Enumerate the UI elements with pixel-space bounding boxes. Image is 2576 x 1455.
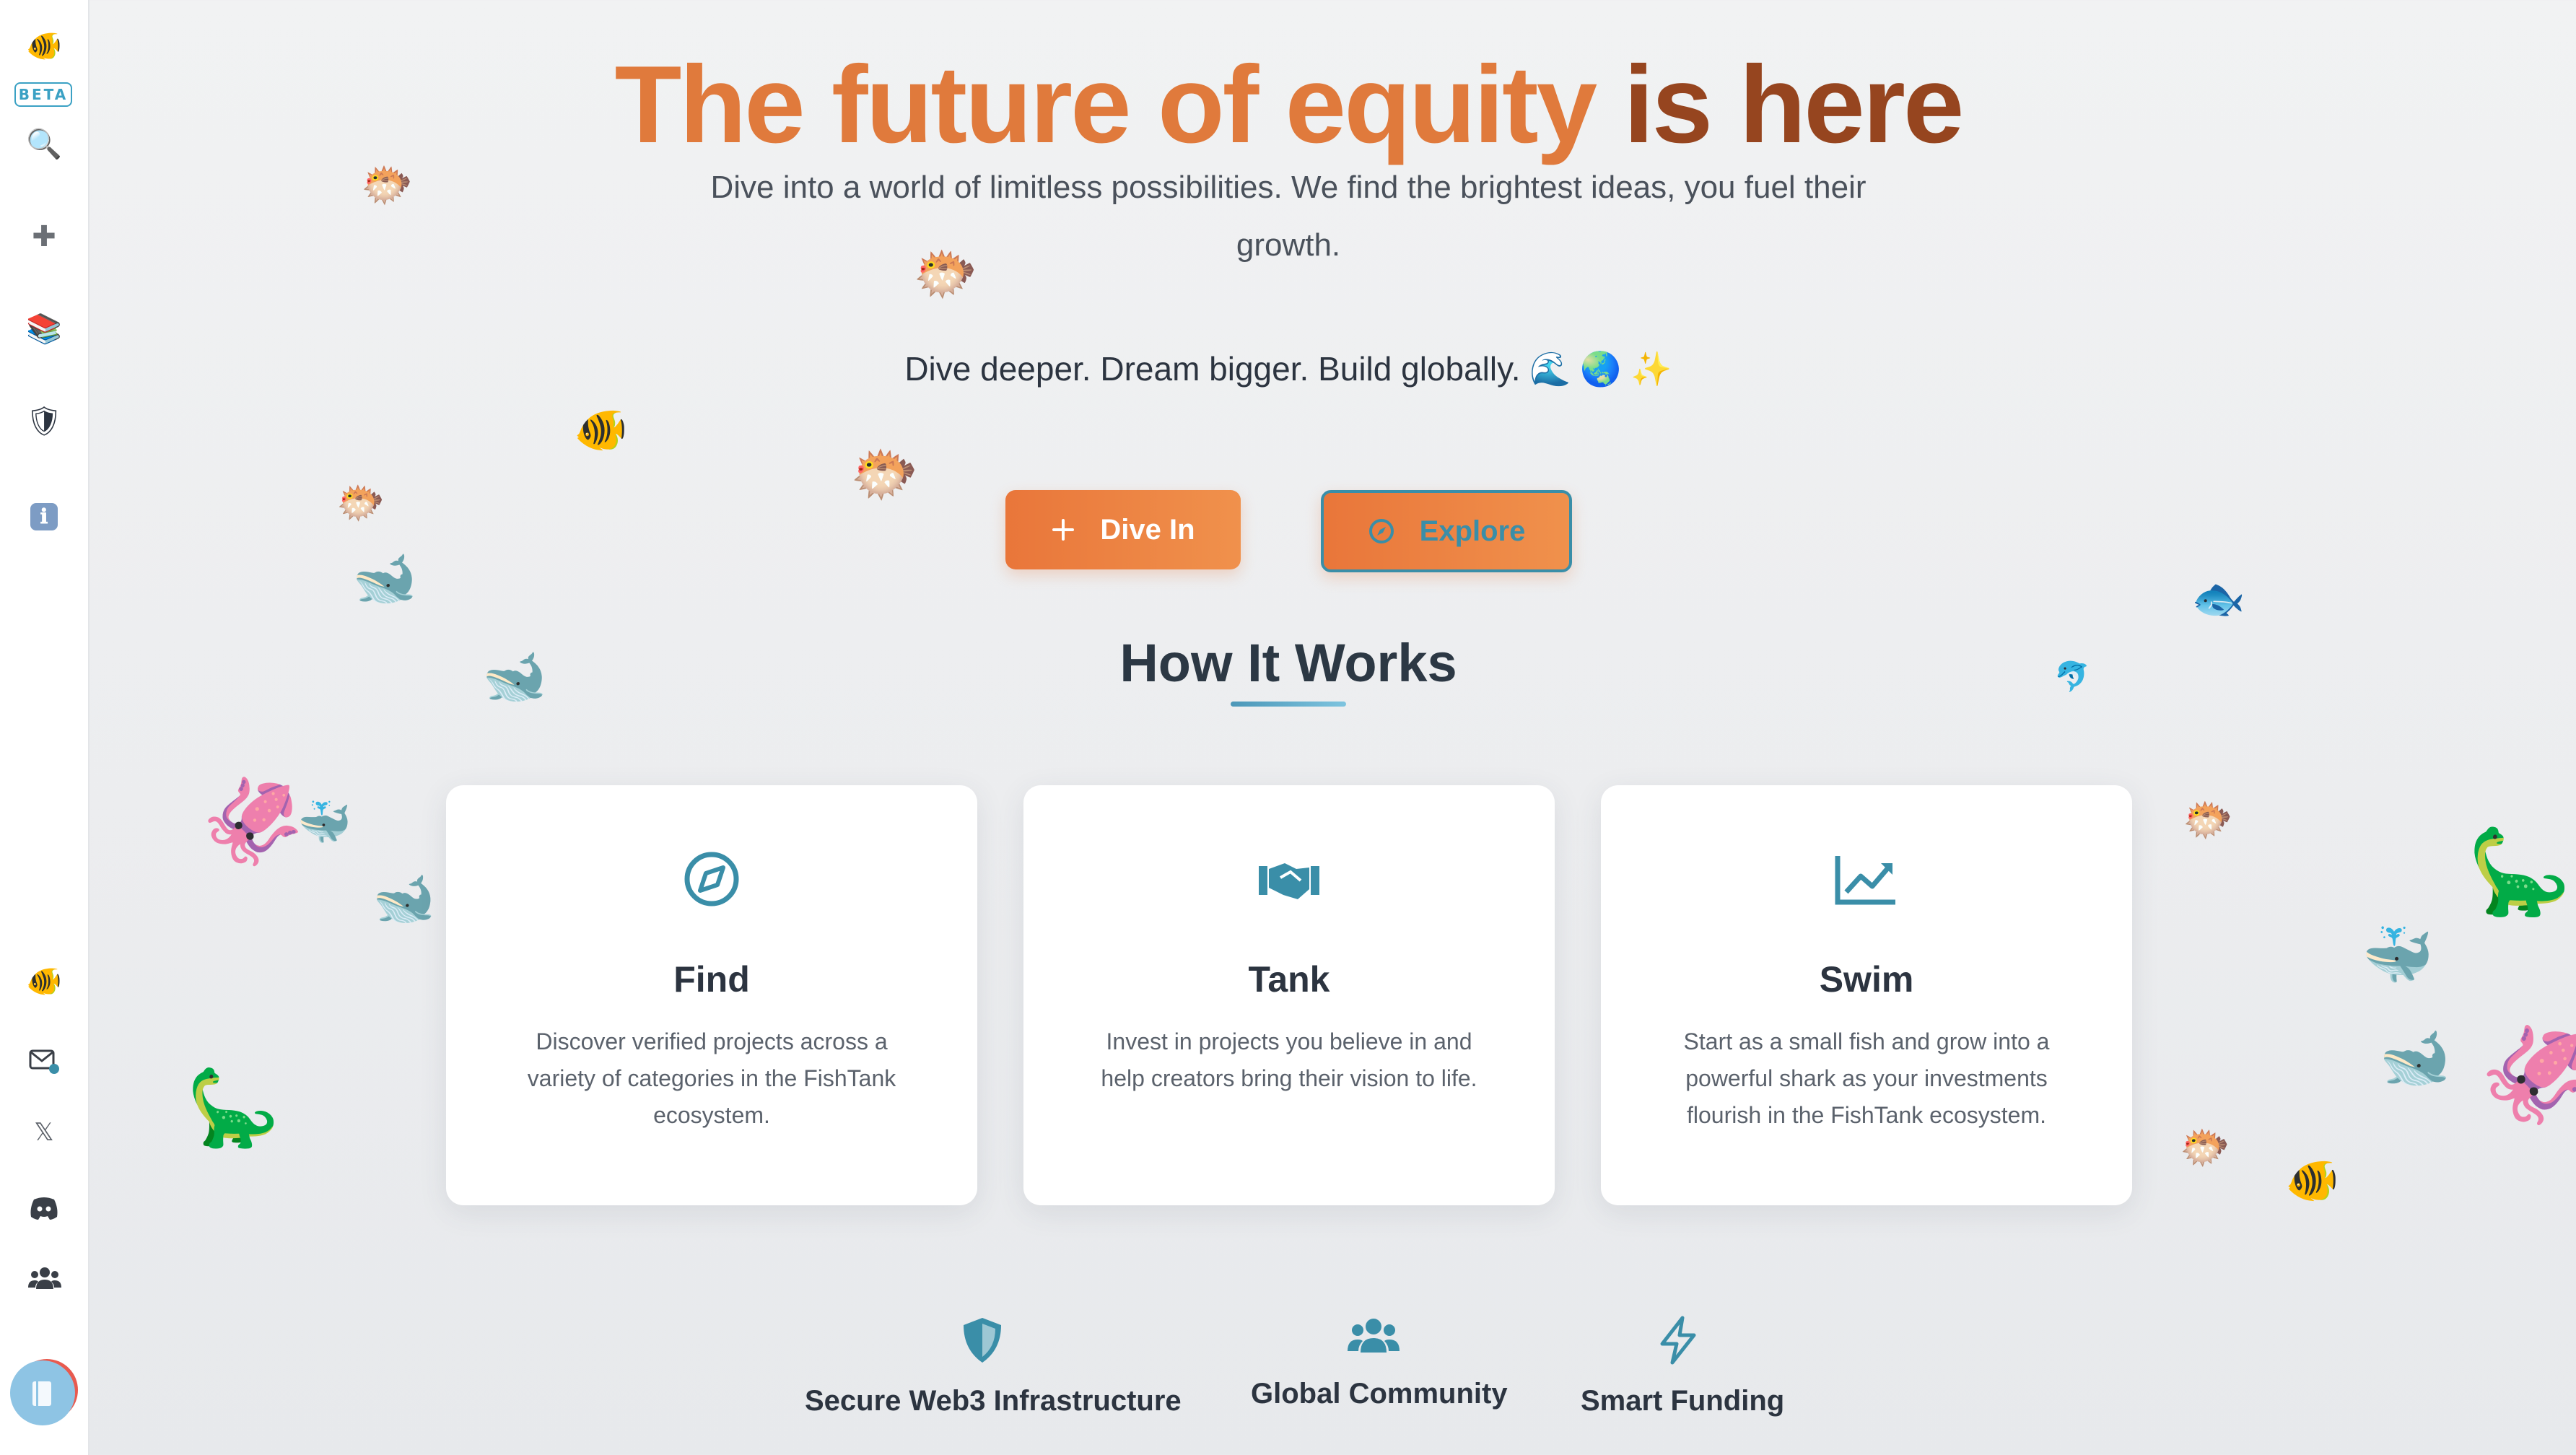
add-icon[interactable]: ✚: [0, 222, 88, 251]
squid-icon: 🦑: [2479, 1022, 2576, 1127]
feature-secure: Secure Web3 Infrastructure: [805, 1315, 1182, 1417]
compass-icon: [1368, 519, 1394, 543]
library-icon[interactable]: 📚: [0, 315, 88, 344]
feature-community: Global Community: [1251, 1315, 1508, 1410]
whale-icon: 🐋: [372, 870, 436, 927]
hero-tagline: Dive deeper. Dream bigger. Build globall…: [904, 350, 1672, 388]
card-title: Swim: [1819, 959, 1914, 1000]
sidebar: 🐠 BETA 🔍 ✚ 📚 🛡 ℹ 🐠 𝕏: [0, 0, 89, 1455]
squid-icon: 🦑: [201, 774, 305, 868]
shield-icon: [964, 1318, 1001, 1363]
title-underline: [1231, 702, 1346, 707]
chart-line-icon: [1835, 856, 1895, 905]
fish-icon[interactable]: 🐠: [0, 967, 88, 996]
spouting-whale-icon: 🐳: [2362, 923, 2434, 987]
feature-label: Smart Funding: [1581, 1385, 1785, 1417]
shield-icon[interactable]: 🛡: [0, 407, 88, 436]
sauropod-icon: 🦕: [2467, 825, 2572, 919]
document-button[interactable]: [10, 1360, 75, 1425]
logo-icon[interactable]: 🐠: [0, 32, 88, 61]
tropical-fish-icon: 🐠: [574, 406, 628, 454]
feature-funding: Smart Funding: [1581, 1315, 1785, 1417]
bolt-icon: [1660, 1316, 1696, 1365]
card-tank: Tank Invest in projects you believe in a…: [1023, 785, 1555, 1205]
card-text: Start as a small fish and grow into a po…: [1683, 1028, 2050, 1128]
blowfish-icon: 🐡: [2180, 1124, 2230, 1170]
hero-title-part2: is here: [1623, 43, 1964, 166]
discord-icon[interactable]: [28, 1195, 60, 1221]
beta-badge: BETA: [14, 82, 72, 107]
tropical-fish-icon: 🐠: [2285, 1156, 2339, 1205]
plus-icon: [1052, 519, 1075, 541]
search-icon[interactable]: 🔍: [0, 130, 88, 159]
explore-button[interactable]: Explore: [1321, 490, 1572, 572]
dive-in-label: Dive In: [1100, 513, 1195, 546]
blowfish-icon: 🐡: [850, 444, 919, 505]
explore-label: Explore: [1419, 515, 1526, 547]
whale-icon: 🐋: [2379, 1026, 2451, 1090]
document-icon: [32, 1381, 51, 1406]
compass-icon: [684, 852, 739, 906]
how-it-works-title: How It Works: [1119, 633, 1457, 693]
card-text: Discover verified projects across a vari…: [527, 1028, 896, 1128]
mail-icon[interactable]: [28, 1047, 60, 1075]
users-icon: [1348, 1319, 1400, 1353]
dive-in-button[interactable]: Dive In: [1005, 490, 1241, 569]
card-text: Invest in projects you believe in and he…: [1101, 1028, 1477, 1091]
whale-icon: 🐋: [352, 550, 417, 608]
hero-subtitle: Dive into a world of limitless possibili…: [710, 170, 1866, 263]
sauropod-icon: 🦕: [186, 1067, 280, 1150]
users-icon[interactable]: [28, 1266, 61, 1290]
hero-title-part1: The future of equity: [614, 43, 1598, 166]
card-title: Find: [673, 959, 750, 1000]
x-icon[interactable]: 𝕏: [0, 1120, 88, 1145]
feature-label: Global Community: [1251, 1378, 1508, 1410]
handshake-icon: [1259, 863, 1319, 899]
blowfish-icon: 🐡: [361, 162, 414, 209]
blowfish-icon: 🐡: [336, 481, 385, 525]
feature-label: Secure Web3 Infrastructure: [805, 1385, 1182, 1417]
hero-title: The future of equity is here: [88, 42, 2489, 168]
fish-icon: 🐟: [2191, 574, 2245, 623]
card-title: Tank: [1248, 959, 1330, 1000]
card-swim: Swim Start as a small fish and grow into…: [1601, 785, 2132, 1205]
info-icon[interactable]: ℹ: [0, 499, 88, 530]
blowfish-icon: 🐡: [2183, 797, 2233, 842]
spouting-whale-icon: 🐳: [297, 798, 352, 847]
card-find: Find Discover verified projects across a…: [446, 785, 977, 1205]
